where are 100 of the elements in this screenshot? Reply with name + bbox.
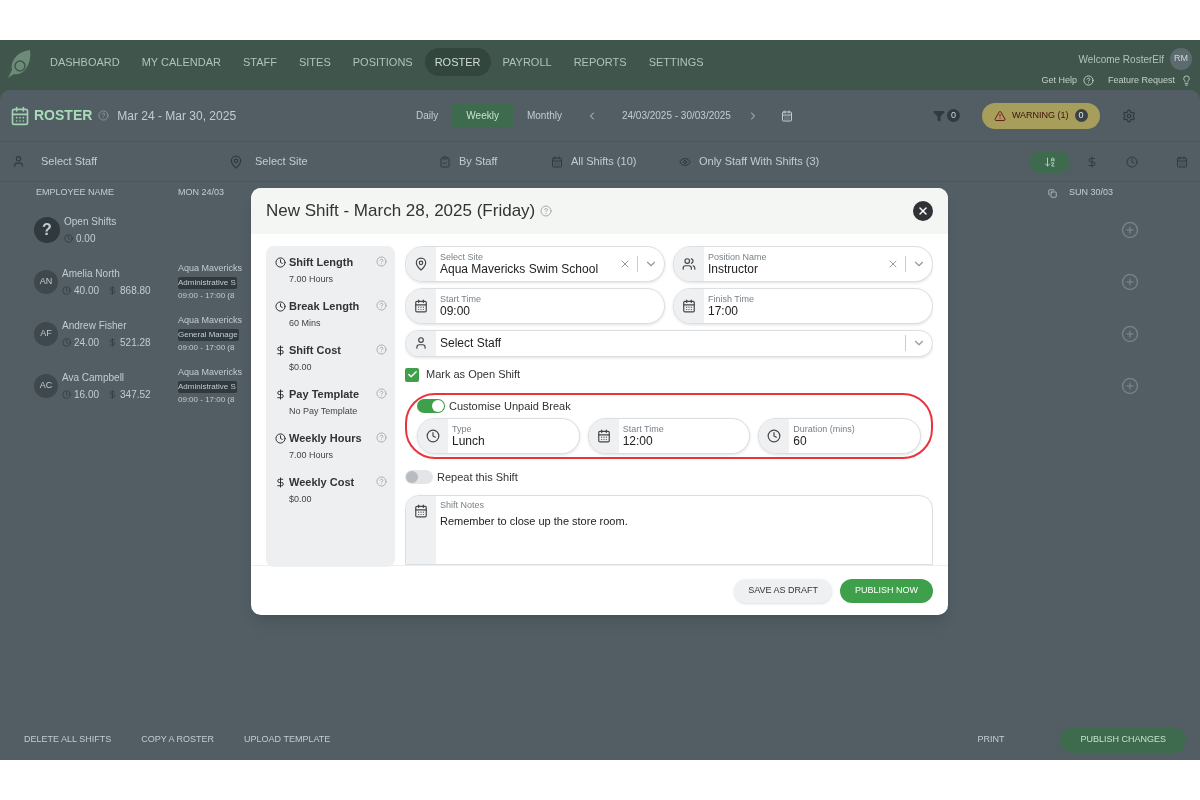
shifts-select[interactable]: All Shifts (10) [571,153,671,170]
clipboard-icon [439,155,451,168]
shift-position[interactable]: Administrative S [178,276,237,289]
clock-icon [62,338,71,347]
clock-icon[interactable] [1126,155,1138,168]
copy-icon[interactable] [1048,188,1057,198]
dollar-icon[interactable] [1086,155,1098,168]
notes-field[interactable]: Shift Notes Remember to close up the store room. [405,495,933,565]
calendar-icon[interactable] [780,109,793,122]
nav-tab[interactable]: STAFF [232,48,287,76]
stat-label: Weekly Cost [289,475,355,490]
shift-site: Aqua Mavericks [178,366,244,380]
sort-icon [1044,155,1056,168]
nav-tab[interactable]: PAYROLL [492,48,562,76]
field-value: Instructor [708,261,759,277]
clear-icon[interactable] [887,258,899,270]
help-icon[interactable] [376,300,387,311]
group-select[interactable]: By Staff [459,153,543,170]
stat-value: 7.00 Hours [289,448,335,462]
stat-label: Pay Template [289,387,360,402]
help-icon[interactable] [1082,75,1094,87]
clock-icon [275,432,286,444]
feature-request-link[interactable]: Feature Request [1107,74,1175,88]
date-range: Mar 24 - Mar 30, 2025 [117,107,237,125]
clear-icon[interactable] [619,258,631,270]
view-tab[interactable]: Monthly [512,103,576,128]
close-button[interactable] [913,201,933,221]
help-icon[interactable] [376,432,387,443]
warning-button[interactable]: WARNING (1) 0 [981,102,1100,129]
break-field[interactable]: Duration (mins) 60 [758,418,921,454]
cost-text: 521.28 [120,336,151,350]
field-label: Shift Notes [440,499,486,512]
field-value: Select Staff [440,335,503,351]
nav-tab[interactable]: SETTINGS [638,48,714,76]
dollar-icon [108,338,118,347]
calendar-icon[interactable] [1176,155,1188,168]
site-select[interactable]: Select Site Aqua Mavericks Swim School [405,246,665,282]
clock-icon [275,256,286,268]
help-link[interactable]: Get Help [1041,74,1077,88]
site-select[interactable]: Select Site [251,153,431,170]
start-time-field[interactable]: Start Time 09:00 [405,288,665,324]
nav-tab[interactable]: POSITIONS [342,48,423,76]
help-icon[interactable] [376,344,387,355]
view-tab[interactable]: Weekly [452,103,513,128]
publish-button[interactable]: PUBLISH NOW [840,578,933,603]
shift-time: 09:00 - 17:00 (8 [178,289,236,302]
print-button[interactable]: PRINT [961,733,1021,747]
break-switch[interactable] [417,398,445,413]
user-avatar[interactable]: RM [1170,48,1192,70]
save-draft-button[interactable]: SAVE AS DRAFT [734,578,832,603]
view-tab[interactable]: Daily [402,103,453,128]
help-icon[interactable] [376,476,387,487]
publish-changes-button[interactable]: PUBLISH CHANGES [1060,727,1186,753]
date-field[interactable]: 24/03/2025 - 30/03/2025 [611,108,741,123]
repeat-switch[interactable] [405,470,433,484]
stat-value: No Pay Template [289,404,359,418]
filter-icon[interactable] [932,109,945,122]
dollar-icon [108,390,118,399]
help-icon[interactable] [376,256,387,267]
column-header: EMPLOYEE NAME [36,186,116,200]
notes-icon [414,504,428,518]
warning-icon [993,109,1006,122]
staff-select[interactable]: Select Staff [405,330,933,357]
add-icon[interactable] [1121,377,1139,395]
shift-site: Aqua Mavericks [178,314,244,328]
lightbulb-icon[interactable] [1181,75,1192,87]
shift-position[interactable]: Administrative S [178,380,237,393]
add-icon[interactable] [1121,221,1139,239]
stat-label: Weekly Hours [289,431,362,446]
field-value: 60 [793,433,808,449]
checkbox[interactable] [405,367,419,382]
employee-name: Amelia North [62,267,121,281]
roster-icon [10,105,30,126]
shift-position[interactable]: General Manage [178,328,239,341]
break-field[interactable]: Start Time 12:00 [587,418,751,454]
nav-tab[interactable]: MY CALENDAR [131,48,231,76]
calendar-icon [414,299,428,313]
add-icon[interactable] [1121,273,1139,291]
help-icon[interactable] [540,205,553,217]
footer-button[interactable]: UPLOAD TEMPLATE [234,727,341,753]
footer-button[interactable]: COPY A ROSTER [131,727,225,753]
staff-select[interactable]: Select Staff [33,153,203,170]
nav-tab[interactable]: REPORTS [563,48,637,76]
nav-tab[interactable]: SITES [288,48,341,76]
field-value: Remember to close up the store room. [440,513,628,529]
break-field[interactable]: Type Lunch [417,418,580,454]
cost-text: 868.80 [120,284,151,298]
sort-button[interactable] [1030,150,1070,173]
nav-tab[interactable]: DASHBOARD [40,48,130,76]
help-icon[interactable] [98,110,110,121]
nav-tab[interactable]: ROSTER [424,48,491,76]
filter-count: 0 [946,109,960,122]
footer-button[interactable]: DELETE ALL SHIFTS [14,727,122,753]
add-icon[interactable] [1121,325,1139,343]
help-icon[interactable] [376,388,387,399]
position-select[interactable]: Position Name Instructor [673,246,933,282]
settings-icon[interactable] [1121,108,1136,123]
visibility-select[interactable]: Only Staff With Shifts (3) [699,153,820,170]
finish-time-field[interactable]: Finish Time 17:00 [673,288,933,324]
pin-icon [229,154,243,169]
